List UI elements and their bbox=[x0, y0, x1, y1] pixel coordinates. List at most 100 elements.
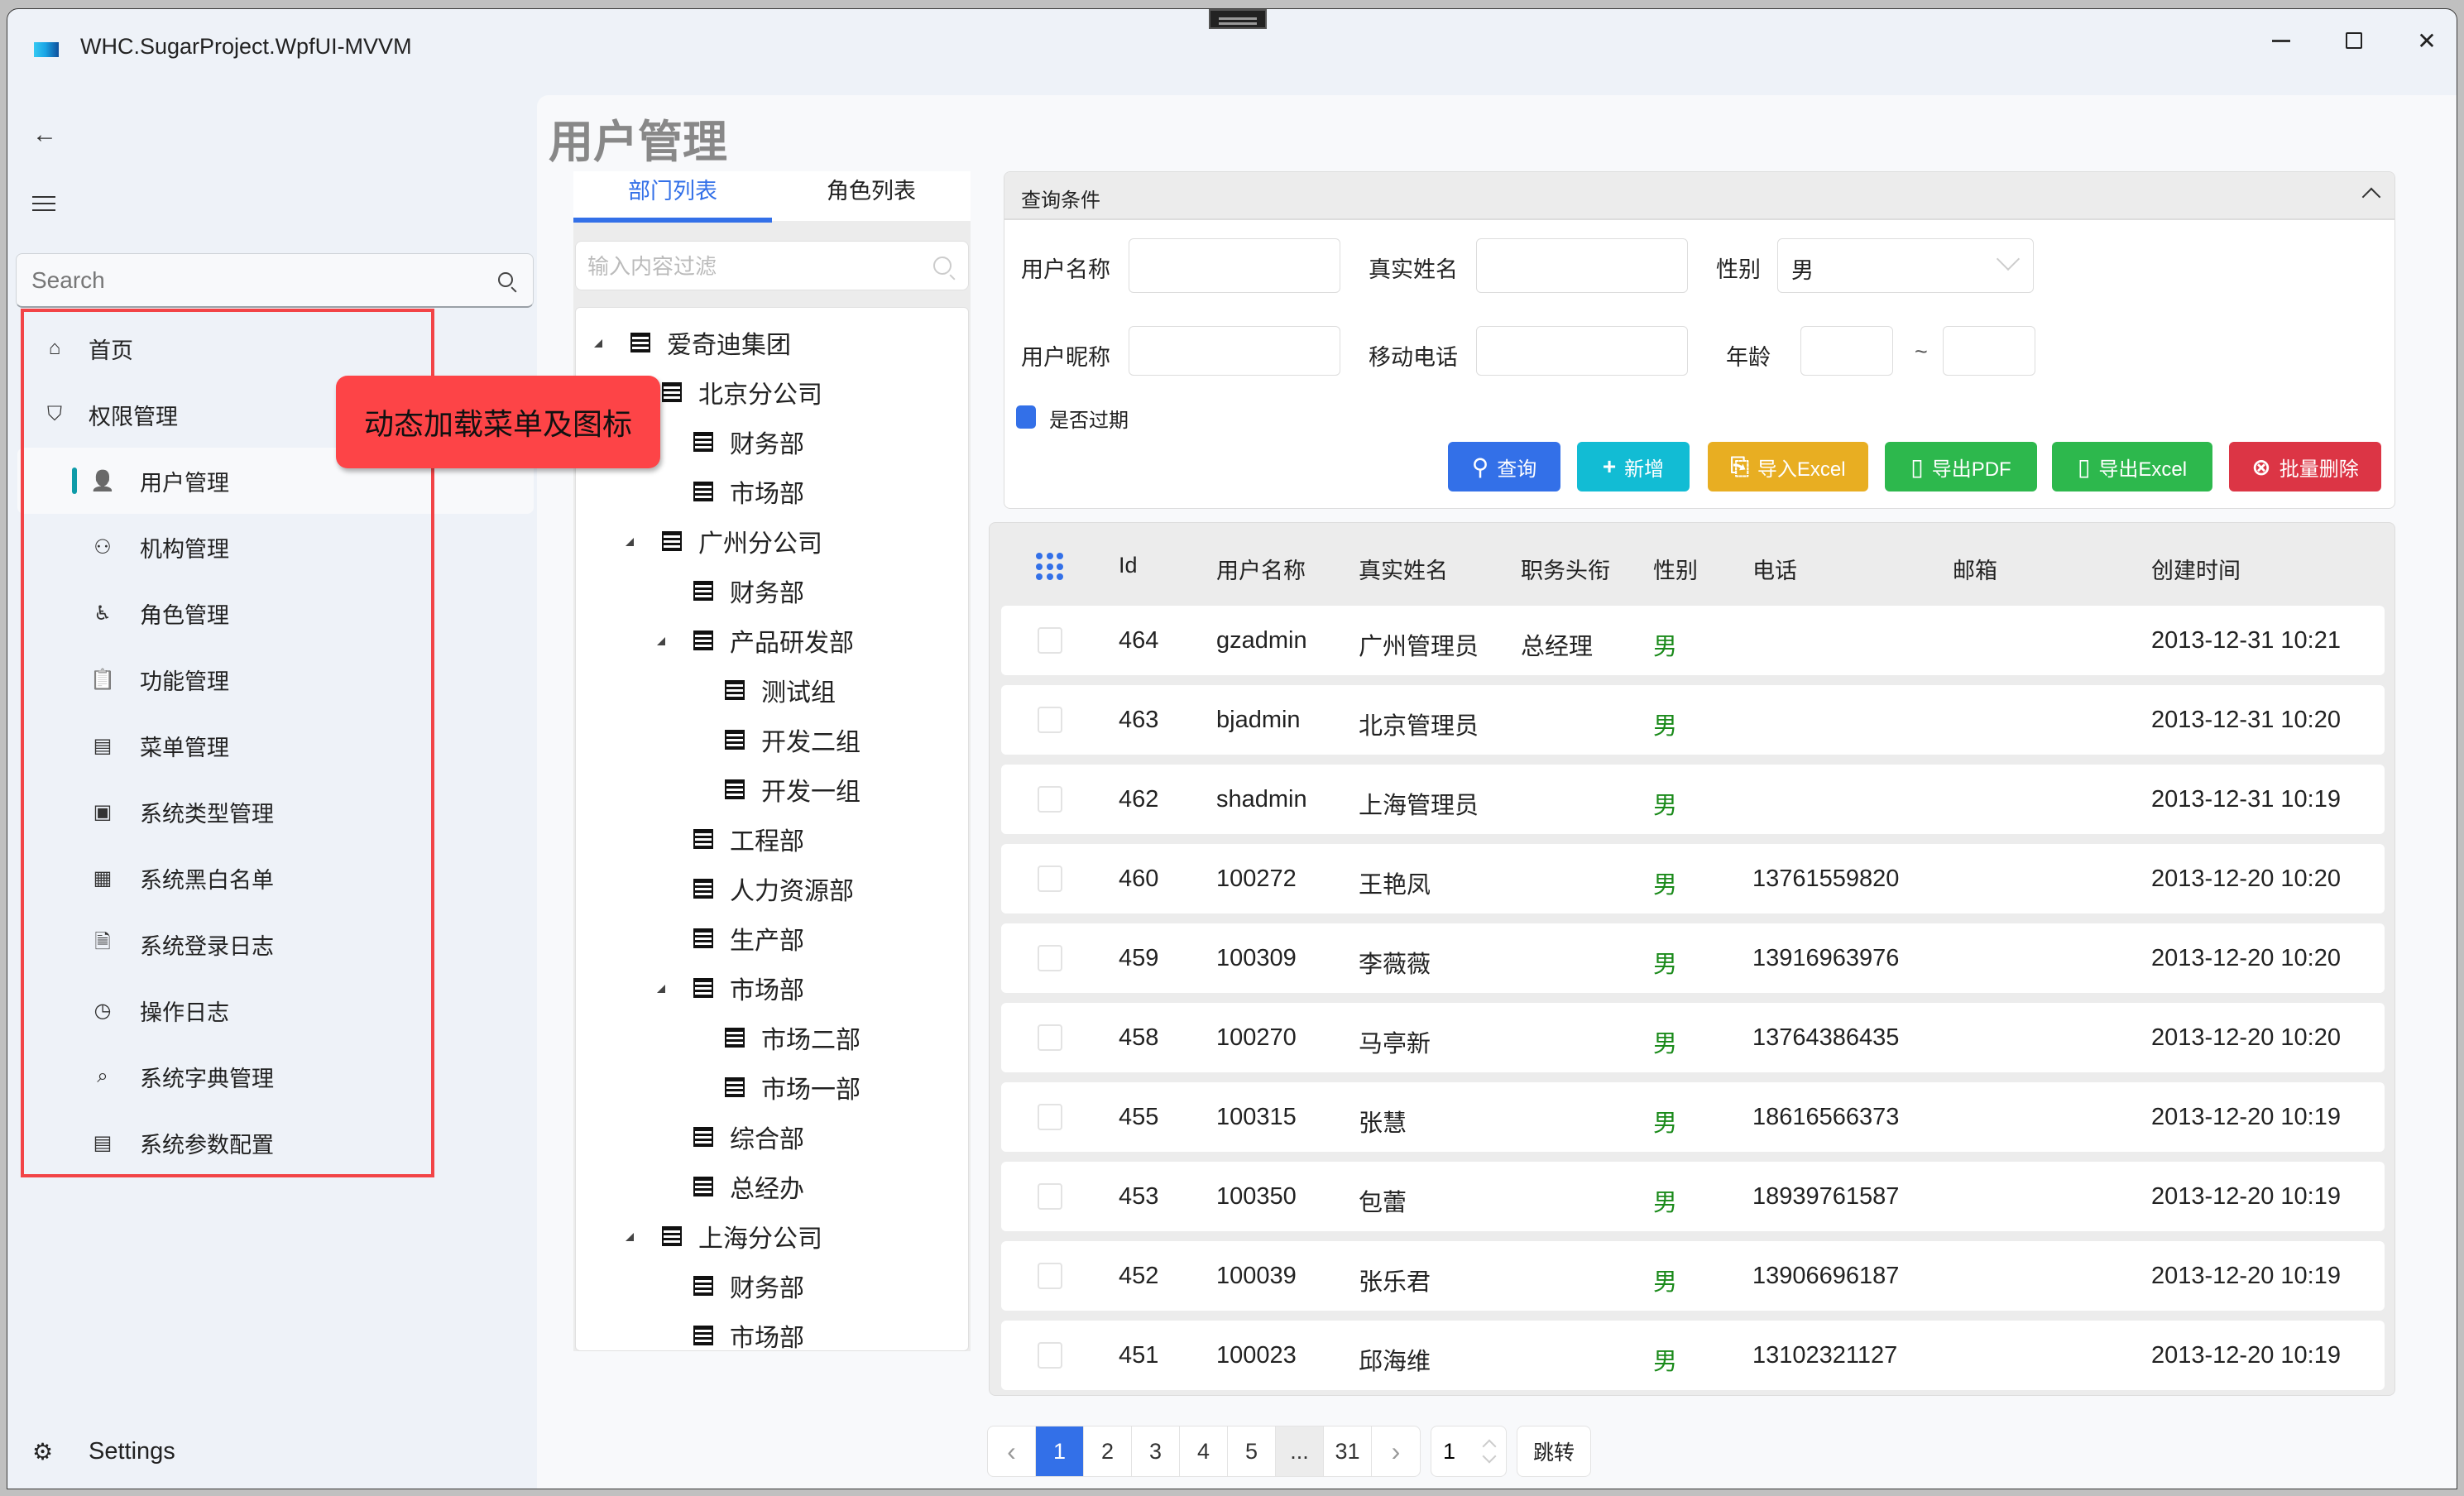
tree-node[interactable]: 爱奇迪集团 bbox=[576, 326, 968, 359]
table-row[interactable]: 453 100350 包蕾 男 18939761587 2013-12-20 10:19 bbox=[1001, 1162, 2385, 1231]
table-row[interactable]: 462 shadmin 上海管理员 男 2013-12-31 10:19 bbox=[1001, 765, 2385, 834]
tree-node[interactable]: 综合部 bbox=[576, 1120, 968, 1153]
page-button[interactable]: 31 bbox=[1324, 1426, 1372, 1476]
column-header[interactable]: 创建时间 bbox=[2151, 553, 2241, 585]
page-button[interactable]: 5 bbox=[1228, 1426, 1276, 1476]
age-to-field[interactable] bbox=[1943, 326, 2035, 376]
expand-arrow-icon[interactable] bbox=[594, 339, 602, 348]
row-checkbox[interactable] bbox=[1038, 865, 1062, 892]
prev-page-button[interactable]: ‹ bbox=[988, 1426, 1036, 1476]
chevron-down-icon[interactable] bbox=[1482, 1449, 1497, 1464]
column-header[interactable]: 电话 bbox=[1752, 553, 1797, 585]
add-button[interactable]: + 新增 bbox=[1577, 442, 1690, 491]
tree-filter-input[interactable] bbox=[587, 252, 918, 281]
tree-node[interactable]: 开发一组 bbox=[576, 773, 968, 806]
tree-node[interactable]: 财务部 bbox=[576, 1269, 968, 1302]
export-excel-button[interactable]: ▯ 导出Excel bbox=[2052, 442, 2212, 491]
gender-select[interactable]: 男 bbox=[1777, 238, 2034, 293]
row-checkbox[interactable] bbox=[1038, 627, 1062, 654]
realname-input[interactable] bbox=[1477, 239, 1687, 292]
row-checkbox[interactable] bbox=[1038, 1342, 1062, 1369]
tree-node[interactable]: 上海分公司 bbox=[576, 1220, 968, 1253]
column-header[interactable]: 真实姓名 bbox=[1359, 553, 1448, 585]
tree-node[interactable]: 市场部 bbox=[576, 475, 968, 508]
tree-node[interactable]: 生产部 bbox=[576, 922, 968, 955]
table-row[interactable]: 455 100315 张慧 男 18616566373 2013-12-20 10:19 bbox=[1001, 1082, 2385, 1152]
row-checkbox[interactable] bbox=[1038, 1104, 1062, 1130]
row-checkbox[interactable] bbox=[1038, 1263, 1062, 1289]
sidebar-item[interactable]: ⌂ 首页 bbox=[17, 315, 534, 381]
import-excel-button[interactable]: ⎘ 导入Excel bbox=[1708, 442, 1868, 491]
table-row[interactable]: 451 100023 邱海维 男 13102321127 2013-12-20 10:19 bbox=[1001, 1321, 2385, 1390]
column-header[interactable]: 职务头衔 bbox=[1521, 553, 1610, 585]
realname-field[interactable] bbox=[1476, 238, 1688, 293]
tree-node[interactable]: 财务部 bbox=[576, 574, 968, 607]
tree-node[interactable]: 市场部 bbox=[576, 971, 968, 1005]
tree-node[interactable]: 人力资源部 bbox=[576, 872, 968, 905]
maximize-button[interactable] bbox=[2329, 24, 2379, 57]
sidebar-item[interactable]: ♿ 角色管理 bbox=[17, 580, 534, 646]
table-row[interactable]: 458 100270 马亭新 男 13764386435 2013-12-20 10:20 bbox=[1001, 1003, 2385, 1072]
mobile-field[interactable] bbox=[1476, 326, 1688, 376]
tree-node[interactable]: 产品研发部 bbox=[576, 624, 968, 657]
tree-node[interactable]: 市场部 bbox=[576, 1319, 968, 1350]
search-icon[interactable] bbox=[498, 272, 513, 287]
row-checkbox[interactable] bbox=[1038, 707, 1062, 733]
table-row[interactable]: 452 100039 张乐君 男 13906696187 2013-12-20 10:19 bbox=[1001, 1241, 2385, 1311]
sidebar-item[interactable]: ◷ 操作日志 bbox=[17, 977, 534, 1043]
tree-node[interactable]: 工程部 bbox=[576, 822, 968, 856]
sidebar-item[interactable]: ⌕ 系统字典管理 bbox=[17, 1043, 534, 1110]
mobile-input[interactable] bbox=[1477, 327, 1687, 375]
tree-node[interactable]: 总经办 bbox=[576, 1170, 968, 1203]
tab-department-list[interactable]: 部门列表 bbox=[573, 171, 772, 223]
expand-arrow-icon[interactable] bbox=[626, 1233, 634, 1241]
nickname-field[interactable] bbox=[1129, 326, 1340, 376]
page-button[interactable]: 4 bbox=[1180, 1426, 1228, 1476]
settings-nav-item[interactable]: ⚙ Settings bbox=[32, 1438, 175, 1465]
minimize-button[interactable] bbox=[2256, 24, 2306, 57]
sidebar-search-input[interactable] bbox=[31, 264, 478, 297]
tree-node[interactable]: 测试组 bbox=[576, 674, 968, 707]
table-row[interactable]: 463 bjadmin 北京管理员 男 2013-12-31 10:20 bbox=[1001, 685, 2385, 755]
page-button[interactable]: 1 bbox=[1036, 1426, 1084, 1476]
next-page-button[interactable]: › bbox=[1372, 1426, 1420, 1476]
page-button[interactable]: 3 bbox=[1132, 1426, 1180, 1476]
search-button[interactable]: ⚲ 查询 bbox=[1448, 442, 1560, 491]
row-checkbox[interactable] bbox=[1038, 786, 1062, 813]
chevron-up-icon[interactable] bbox=[2361, 187, 2381, 207]
tree-node[interactable]: 市场一部 bbox=[576, 1071, 968, 1104]
column-header[interactable]: 邮箱 bbox=[1953, 553, 1997, 585]
column-chooser-icon[interactable] bbox=[1036, 553, 1064, 581]
query-header[interactable]: 查询条件 bbox=[1004, 172, 2394, 220]
page-goto-input[interactable] bbox=[1443, 1438, 1468, 1465]
back-button[interactable]: ← bbox=[32, 121, 57, 149]
expired-checkbox[interactable] bbox=[1016, 405, 1036, 429]
sidebar-item[interactable]: ▣ 系统类型管理 bbox=[17, 779, 534, 845]
row-checkbox[interactable] bbox=[1038, 1183, 1062, 1210]
expand-arrow-icon[interactable] bbox=[657, 637, 665, 645]
batch-delete-button[interactable]: ⊗ 批量删除 bbox=[2229, 442, 2381, 491]
menu-toggle-button[interactable] bbox=[32, 191, 55, 216]
tab-role-list[interactable]: 角色列表 bbox=[772, 171, 971, 221]
sidebar-item[interactable]: ▤ 系统参数配置 bbox=[17, 1110, 534, 1176]
age-from-input[interactable] bbox=[1801, 327, 1892, 375]
column-header[interactable]: Id bbox=[1119, 553, 1138, 578]
username-input[interactable] bbox=[1129, 239, 1340, 292]
expand-arrow-icon[interactable] bbox=[657, 985, 665, 993]
tree-node[interactable]: 市场二部 bbox=[576, 1021, 968, 1054]
sidebar-item[interactable]: 📋 功能管理 bbox=[17, 646, 534, 712]
page-goto-stepper[interactable] bbox=[1431, 1426, 1507, 1477]
page-button[interactable]: 2 bbox=[1084, 1426, 1132, 1476]
column-header[interactable]: 性别 bbox=[1653, 553, 1698, 585]
username-field[interactable] bbox=[1129, 238, 1340, 293]
tree-node[interactable]: 广州分公司 bbox=[576, 525, 968, 558]
table-row[interactable]: 459 100309 李薇薇 男 13916963976 2013-12-20 10:20 bbox=[1001, 923, 2385, 993]
close-button[interactable]: ✕ bbox=[2402, 24, 2452, 57]
tree-node[interactable]: 开发二组 bbox=[576, 723, 968, 756]
row-checkbox[interactable] bbox=[1038, 945, 1062, 971]
jump-button[interactable]: 跳转 bbox=[1517, 1426, 1591, 1477]
export-pdf-button[interactable]: ▯ 导出PDF bbox=[1885, 442, 2037, 491]
expand-arrow-icon[interactable] bbox=[626, 538, 634, 546]
sidebar-item[interactable]: ⚇ 机构管理 bbox=[17, 514, 534, 580]
sidebar-item[interactable]: ▤ 菜单管理 bbox=[17, 712, 534, 779]
